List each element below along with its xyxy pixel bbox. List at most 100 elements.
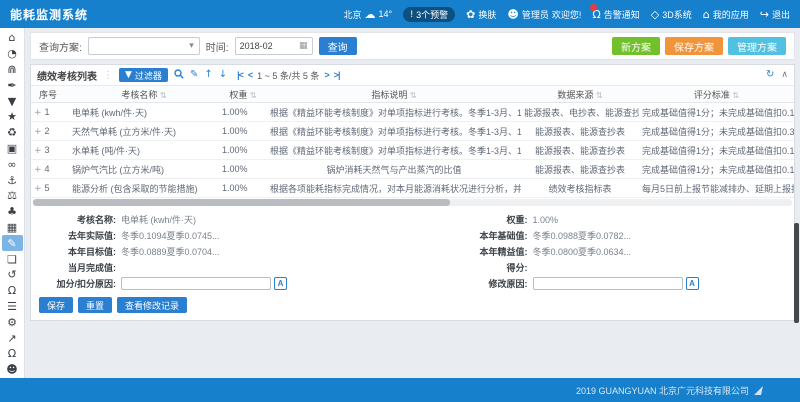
save-scheme-button[interactable]: 保存方案 (665, 37, 723, 55)
bonus-reason-input[interactable] (121, 277, 271, 290)
calendar-icon: ▦ (299, 41, 308, 51)
row-weight: 1.00% (219, 183, 267, 193)
sort-down-icon[interactable]: ↓ (219, 70, 227, 80)
sidebar-item-anchor[interactable]: ⚓ (2, 172, 23, 188)
sidebar-item-money[interactable]: ▦ (2, 220, 23, 236)
alert-badge-label: 3个预警 (416, 8, 448, 21)
sidebar-item-gear[interactable]: ⚙ (2, 314, 23, 330)
search-button[interactable]: 查询 (319, 37, 357, 55)
filter-button[interactable]: ▼ 过滤器 (119, 68, 168, 82)
modify-reason-input[interactable] (533, 277, 683, 290)
skin-switch[interactable]: ✿ 换肤 (466, 8, 496, 21)
bonus-picker-button[interactable]: A (274, 277, 287, 290)
main-content: 查询方案: ▾ 时间: 2018-02 ▦ 查询 新方案 保存方案 管理方案 绩… (25, 28, 800, 378)
expand-icon[interactable]: + (34, 127, 42, 137)
system-3d[interactable]: ◇ 3D系统 (651, 8, 692, 21)
sidebar-item-history[interactable]: ↺ (2, 267, 23, 283)
time-label: 时间: (206, 39, 229, 54)
sort-icon: ⇅ (732, 91, 739, 100)
search-icon[interactable] (174, 69, 184, 82)
row-source: 能源报表、能源查抄表 (521, 144, 639, 157)
table-row[interactable]: +3 水单耗 (吨/件·天) 1.00% 根据《精益环能考核制度》对单项指标进行… (31, 141, 794, 160)
my-apps[interactable]: ⌂ 我的应用 (703, 8, 749, 21)
scheme-select[interactable]: ▾ (88, 37, 200, 55)
sidebar-item-pen[interactable]: ✒ (2, 77, 23, 93)
notification-dot (590, 4, 597, 11)
expand-icon[interactable]: + (34, 165, 42, 175)
sidebar-item-binoculars[interactable]: ⋒ (2, 62, 23, 78)
sidebar-item-edit[interactable]: ✎ (2, 235, 23, 251)
sidebar-item-sitemap[interactable]: ♣ (2, 204, 23, 220)
sidebar-item-star[interactable]: ★ (2, 109, 23, 125)
table-row[interactable]: +1 电单耗 (kwh/件·天) 1.00% 根据《精益环能考核制度》对单项指标… (31, 103, 794, 122)
expand-icon[interactable]: + (34, 108, 42, 118)
row-desc: 根据《精益环能考核制度》对单项指标进行考核。冬季1-3月、11-12月；夏季5-… (267, 144, 521, 157)
page-info: 1 ~ 5 条/共 5 条 (257, 69, 319, 82)
table-row[interactable]: +4 锅炉气汽比 (立方米/吨) 1.00% 锅炉消耗天然气与产出蒸汽的比值 能… (31, 160, 794, 179)
sidebar-item-chart[interactable]: ↗ (2, 330, 23, 346)
last-page-button[interactable]: >| (334, 70, 340, 80)
sidebar-item-home[interactable]: ⌂ (2, 30, 23, 46)
sidebar-item-alarm[interactable]: Ω (2, 346, 23, 362)
form-lean-label: 本年精益值: (413, 245, 533, 258)
expand-icon[interactable]: + (34, 184, 42, 194)
detail-form: 考核名称: 电单耗 (kwh/件·天) 权重: 1.00% 去年实际值: 冬季0… (31, 207, 794, 293)
bell-icon: Ω (592, 8, 600, 21)
col-weight[interactable]: 权重 ⇅ (219, 88, 267, 101)
home-icon: ⌂ (703, 8, 710, 21)
vertical-scrollbar-thumb[interactable] (794, 223, 799, 323)
sidebar-item-document[interactable]: ❏ (2, 251, 23, 267)
expand-icon[interactable]: + (34, 146, 42, 156)
weather-widget: 北京 ☁ 14° (343, 8, 392, 21)
row-source: 能源报表、能源查抄表 (521, 163, 639, 176)
sidebar-item-recycle[interactable]: ♻ (2, 125, 23, 141)
collapse-icon[interactable]: ∧ (781, 70, 788, 80)
reset-button[interactable]: 重置 (78, 297, 112, 313)
warning-icon: ! (410, 9, 413, 19)
logout[interactable]: ↪ 退出 (760, 8, 790, 21)
form-bonus-label: 加分/扣分原因: (39, 277, 121, 290)
alert-badge[interactable]: ! 3个预警 (403, 7, 455, 22)
pagination: |< < 1 ~ 5 条/共 5 条 > >| (237, 69, 339, 82)
horizontal-scrollbar[interactable] (33, 199, 792, 206)
row-desc: 根据《精益环能考核制度》对单项指标进行考核。冬季1-3月、11-12月；夏季5-… (267, 125, 521, 138)
sidebar-item-save[interactable]: ▣ (2, 141, 23, 157)
sidebar-item-dashboard[interactable]: ◔ (2, 46, 23, 62)
form-modify-label: 修改原因: (413, 277, 533, 290)
vertical-scrollbar[interactable] (794, 188, 799, 378)
sidebar-item-scales[interactable]: ⚖ (2, 188, 23, 204)
modify-picker-button[interactable]: A (686, 277, 699, 290)
form-lastyear-value: 冬季0.1094夏季0.0745... (121, 229, 220, 242)
col-source[interactable]: 数据来源 ⇅ (521, 88, 639, 101)
row-score: 完成基础值得1分；未完成基础值扣0.1分；完成目标值奖励0.05分；完成精益值 (639, 144, 794, 157)
table-row[interactable]: +5 能源分析 (包含采取的节能措施) 1.00% 根据各项能耗指标完成情况，对… (31, 179, 794, 198)
manage-scheme-button[interactable]: 管理方案 (728, 37, 786, 55)
sort-up-icon[interactable]: ↑ (204, 70, 212, 80)
prev-page-button[interactable]: < (248, 70, 252, 80)
form-base-value: 冬季0.0988夏季0.0782... (533, 229, 632, 242)
sidebar-item-list[interactable]: ☰ (2, 299, 23, 315)
view-log-button[interactable]: 查看修改记录 (117, 297, 187, 313)
alert-notify[interactable]: Ω 告警通知 (592, 8, 639, 21)
user-menu[interactable]: ☻ 管理员 欢迎您! (507, 8, 581, 21)
table-row[interactable]: +2 天然气单耗 (立方米/件·天) 1.00% 根据《精益环能考核制度》对单项… (31, 122, 794, 141)
sidebar-item-bell[interactable]: Ω (2, 283, 23, 299)
refresh-icon[interactable]: ↻ (766, 70, 774, 80)
drag-handle-icon: ⋮ (103, 70, 113, 81)
first-page-button[interactable]: |< (237, 70, 243, 80)
logout-icon: ↪ (760, 8, 769, 21)
sidebar-item-users[interactable]: ☻ (2, 362, 23, 378)
new-scheme-button[interactable]: 新方案 (612, 37, 660, 55)
edit-filter-icon[interactable]: ✎ (190, 70, 198, 80)
sidebar-item-shield[interactable]: ▼ (2, 93, 23, 109)
scrollbar-thumb[interactable] (33, 199, 450, 206)
time-input[interactable]: 2018-02 ▦ (235, 37, 313, 55)
col-desc[interactable]: 指标说明 ⇅ (267, 88, 521, 101)
save-button[interactable]: 保存 (39, 297, 73, 313)
sidebar-item-links[interactable]: ∞ (2, 156, 23, 172)
col-name[interactable]: 考核名称 ⇅ (69, 88, 219, 101)
col-seq[interactable]: 序号 (31, 88, 69, 101)
next-page-button[interactable]: > (324, 70, 328, 80)
col-score[interactable]: 评分标准 ⇅ (639, 88, 794, 101)
sort-icon: ⇅ (410, 91, 417, 100)
